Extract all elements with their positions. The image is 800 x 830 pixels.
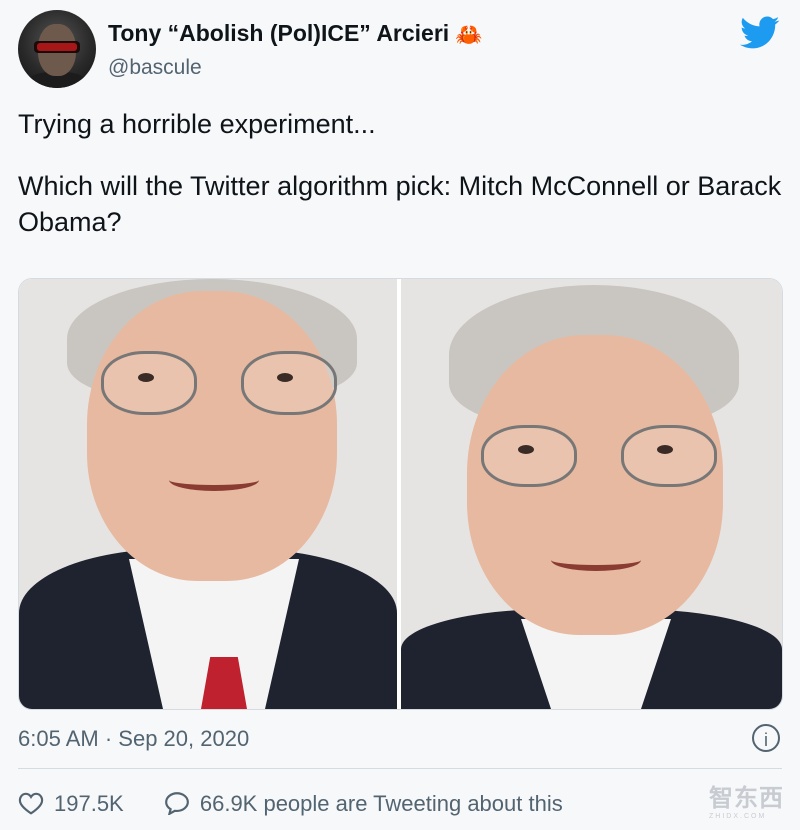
tweeting-link[interactable]: 66.9K people are Tweeting about this (164, 791, 563, 817)
tweet-date[interactable]: Sep 20, 2020 (118, 726, 249, 751)
heart-icon (18, 792, 44, 815)
author-name-text[interactable]: Tony “Abolish (Pol)ICE” Arcieri (108, 20, 449, 46)
watermark: 智东西 ZHIDX.COM (709, 778, 784, 820)
timestamp-separator: · (104, 726, 113, 751)
divider (18, 768, 782, 769)
author-handle[interactable]: @bascule (108, 56, 202, 80)
tweet-text-line2: Which will the Twitter algorithm pick: M… (18, 171, 782, 237)
tweet-text: Trying a horrible experiment... Which wi… (18, 106, 788, 266)
speech-bubble-icon (164, 792, 189, 817)
author-avatar[interactable] (18, 10, 96, 88)
tweet-timestamp[interactable]: 6:05 AM · Sep 20, 2020 (18, 726, 249, 752)
photo-right[interactable] (401, 279, 782, 709)
author-name[interactable]: Tony “Abolish (Pol)ICE” Arcieri 🦀 (108, 20, 483, 48)
twitter-bird-icon[interactable] (740, 16, 780, 50)
tweet-media[interactable] (18, 278, 783, 710)
like-button[interactable]: 197.5K (18, 791, 124, 817)
photo-left[interactable] (19, 279, 397, 709)
info-icon[interactable]: i (752, 724, 780, 752)
tweet-text-line1: Trying a horrible experiment... (18, 109, 376, 139)
crab-icon: 🦀 (455, 21, 483, 47)
tweet-actions: 197.5K 66.9K people are Tweeting about t… (18, 790, 597, 817)
like-count: 197.5K (54, 791, 124, 817)
tweet-time[interactable]: 6:05 AM (18, 726, 99, 751)
tweeting-count: 66.9K people are Tweeting about this (199, 791, 563, 817)
watermark-text: 智东西 (709, 785, 784, 812)
tweet-header: Tony “Abolish (Pol)ICE” Arcieri 🦀 @bascul… (18, 10, 788, 90)
watermark-subtext: ZHIDX.COM (709, 813, 767, 820)
